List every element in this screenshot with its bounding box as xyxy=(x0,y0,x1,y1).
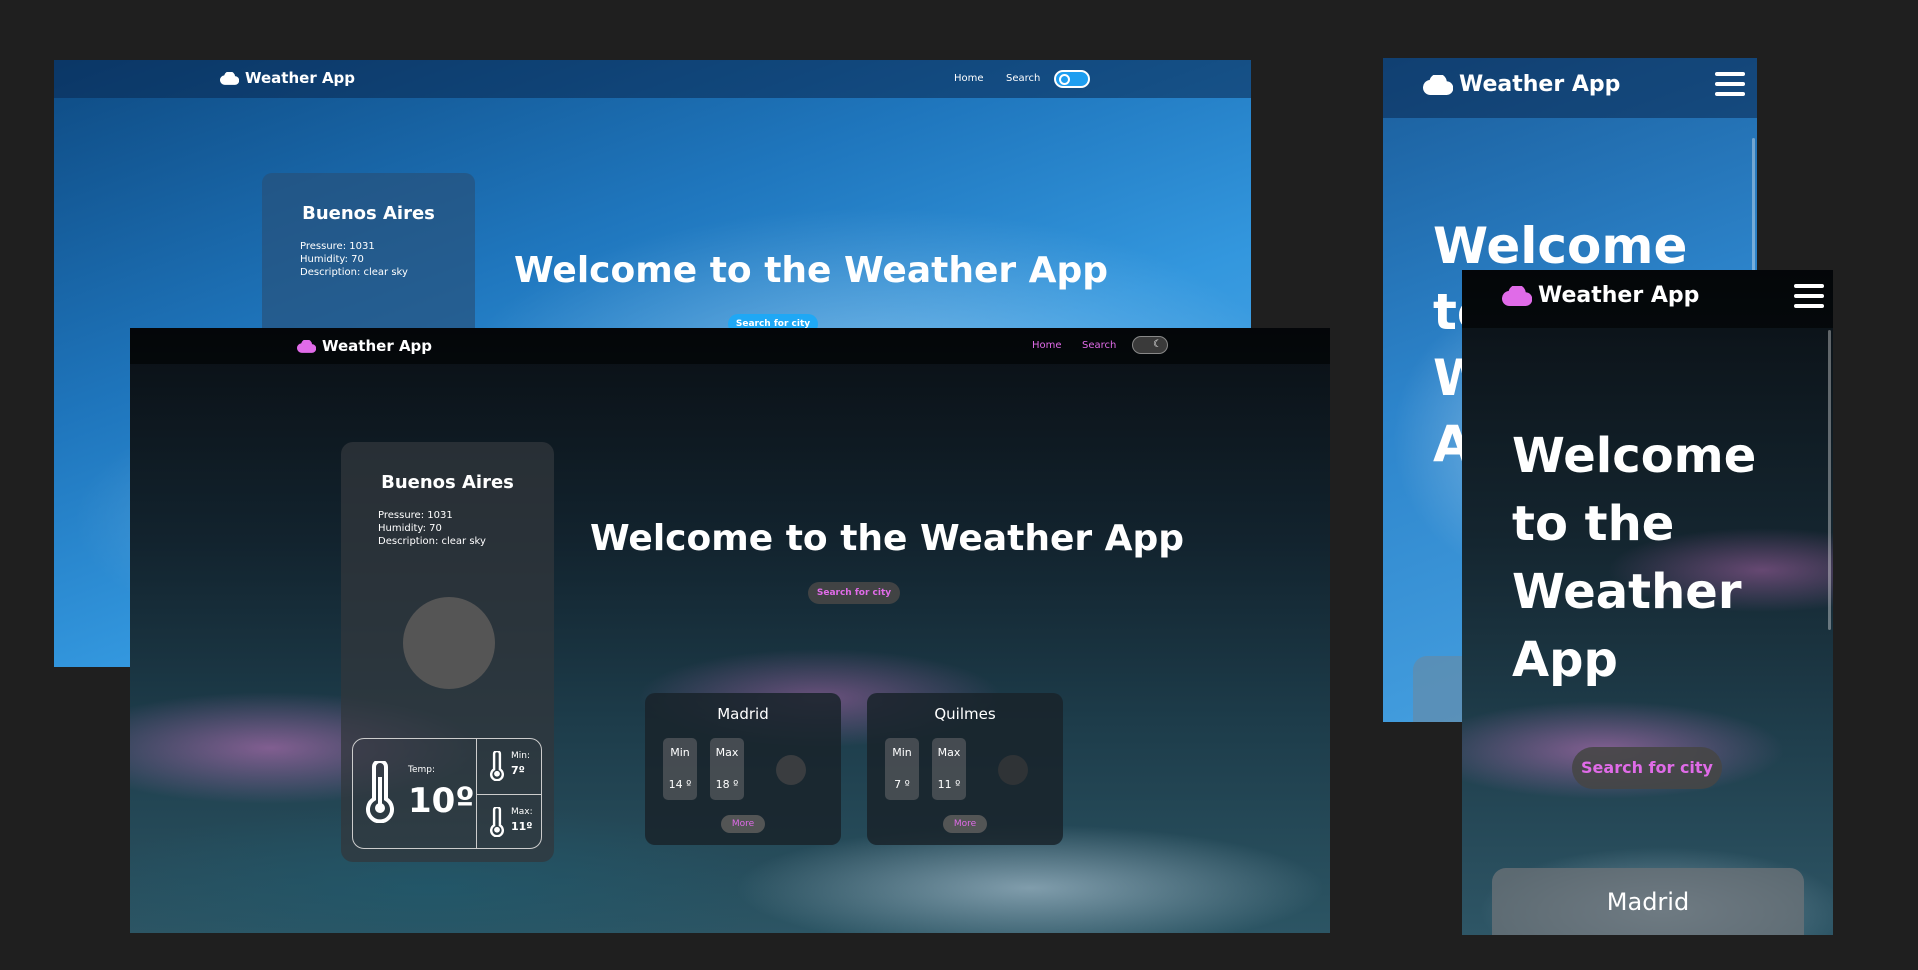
card-humidity: Humidity: 70 xyxy=(378,523,442,534)
dark-desktop-screenshot: Weather App Home Search ☾ Buenos Aires P… xyxy=(130,328,1330,933)
min-value: 7º xyxy=(511,764,525,777)
navbar: Weather App Home Search xyxy=(54,60,1251,98)
weather-icon-placeholder xyxy=(998,755,1028,785)
city-card-madrid: Madrid xyxy=(1492,868,1804,935)
divider xyxy=(476,794,542,795)
city-card-madrid: Madrid Min 14 º Max 18 º More xyxy=(645,693,841,845)
dark-mobile-screenshot: Weather App Welcome to the Weather App S… xyxy=(1462,270,1833,935)
temp-value: 10º xyxy=(408,781,475,821)
welcome-line: App xyxy=(1512,632,1618,688)
city-card-quilmes: Quilmes Min 7 º Max 11 º More xyxy=(867,693,1063,845)
brand-name: Weather App xyxy=(1459,72,1621,97)
min-value: 14 º xyxy=(668,778,692,791)
weather-icon-placeholder xyxy=(403,597,495,689)
navbar: Weather App Home Search ☾ xyxy=(130,328,1330,364)
cloud-icon xyxy=(220,71,239,85)
scrollbar[interactable] xyxy=(1828,330,1831,630)
card-pressure: Pressure: 1031 xyxy=(378,510,453,521)
max-label: Max xyxy=(937,746,961,759)
card-description: Description: clear sky xyxy=(378,536,486,547)
brand-name: Weather App xyxy=(322,337,433,355)
brand[interactable]: Weather App xyxy=(1423,72,1620,97)
card-pressure: Pressure: 1031 xyxy=(300,241,375,252)
card-humidity: Humidity: 70 xyxy=(300,254,364,265)
min-label: Min xyxy=(670,746,690,759)
min-label: Min: xyxy=(511,751,531,761)
search-city-button[interactable]: Search for city xyxy=(1572,747,1722,789)
max-value: 18 º xyxy=(715,778,739,791)
brand[interactable]: Weather App xyxy=(220,69,355,87)
max-box: Max 18 º xyxy=(710,738,744,800)
nav-home-link[interactable]: Home xyxy=(1032,340,1062,351)
max-value: 11º xyxy=(511,820,533,833)
brand-name: Weather App xyxy=(245,69,356,87)
min-label: Min xyxy=(892,746,912,759)
mini-card-city: Quilmes xyxy=(934,705,996,723)
navbar: Weather App xyxy=(1383,58,1757,118)
search-city-button[interactable]: Search for city xyxy=(808,582,900,604)
weather-card: Buenos Aires Pressure: 1031 Humidity: 70… xyxy=(262,173,475,343)
max-label: Max xyxy=(715,746,739,759)
thermometer-icon xyxy=(489,807,505,837)
welcome-line: to the xyxy=(1512,496,1675,552)
mini-card-city: Madrid xyxy=(1606,888,1690,916)
welcome-line: Weather xyxy=(1512,564,1742,620)
navbar: Weather App xyxy=(1462,270,1833,328)
nav-search-link[interactable]: Search xyxy=(1006,73,1040,84)
weather-icon-placeholder xyxy=(776,755,806,785)
welcome-heading: Welcome to the Weather App xyxy=(1512,422,1756,694)
thermometer-icon xyxy=(365,761,395,823)
hamburger-icon[interactable] xyxy=(1715,72,1745,102)
brand[interactable]: Weather App xyxy=(1502,283,1699,308)
theme-toggle[interactable] xyxy=(1054,70,1090,88)
welcome-line: Welcome xyxy=(1512,428,1757,484)
nav-home-link[interactable]: Home xyxy=(954,73,984,84)
weather-card: Buenos Aires Pressure: 1031 Humidity: 70… xyxy=(341,442,554,862)
brand-name: Weather App xyxy=(1538,283,1700,308)
brand[interactable]: Weather App xyxy=(297,337,432,355)
welcome-heading: Welcome to the Weather App xyxy=(514,250,1109,291)
max-box: Max 11 º xyxy=(932,738,966,800)
cloud-icon xyxy=(297,339,316,353)
sun-icon xyxy=(1059,74,1070,85)
moon-icon: ☾ xyxy=(1153,339,1162,350)
more-button[interactable]: More xyxy=(721,815,765,833)
min-value: 7 º xyxy=(894,778,910,791)
max-label: Max: xyxy=(511,807,533,817)
card-description: Description: clear sky xyxy=(300,267,408,278)
cloud-icon xyxy=(1502,285,1532,306)
welcome-heading: Welcome to the Weather App xyxy=(590,518,1185,559)
max-value: 11 º xyxy=(937,778,961,791)
temp-label: Temp: xyxy=(408,765,436,775)
mini-card-city: Madrid xyxy=(717,705,769,723)
more-button[interactable]: More xyxy=(943,815,987,833)
nav-search-link[interactable]: Search xyxy=(1082,340,1116,351)
hamburger-icon[interactable] xyxy=(1794,284,1824,314)
min-box: Min 7 º xyxy=(885,738,919,800)
card-city: Buenos Aires xyxy=(381,472,514,493)
thermometer-icon xyxy=(489,751,505,781)
temperature-panel: Temp: 10º Min: 7º Max: 11º xyxy=(352,738,542,849)
theme-toggle[interactable]: ☾ xyxy=(1132,336,1168,354)
cloud-icon xyxy=(1423,74,1453,95)
card-city: Buenos Aires xyxy=(302,203,435,224)
min-box: Min 14 º xyxy=(663,738,697,800)
